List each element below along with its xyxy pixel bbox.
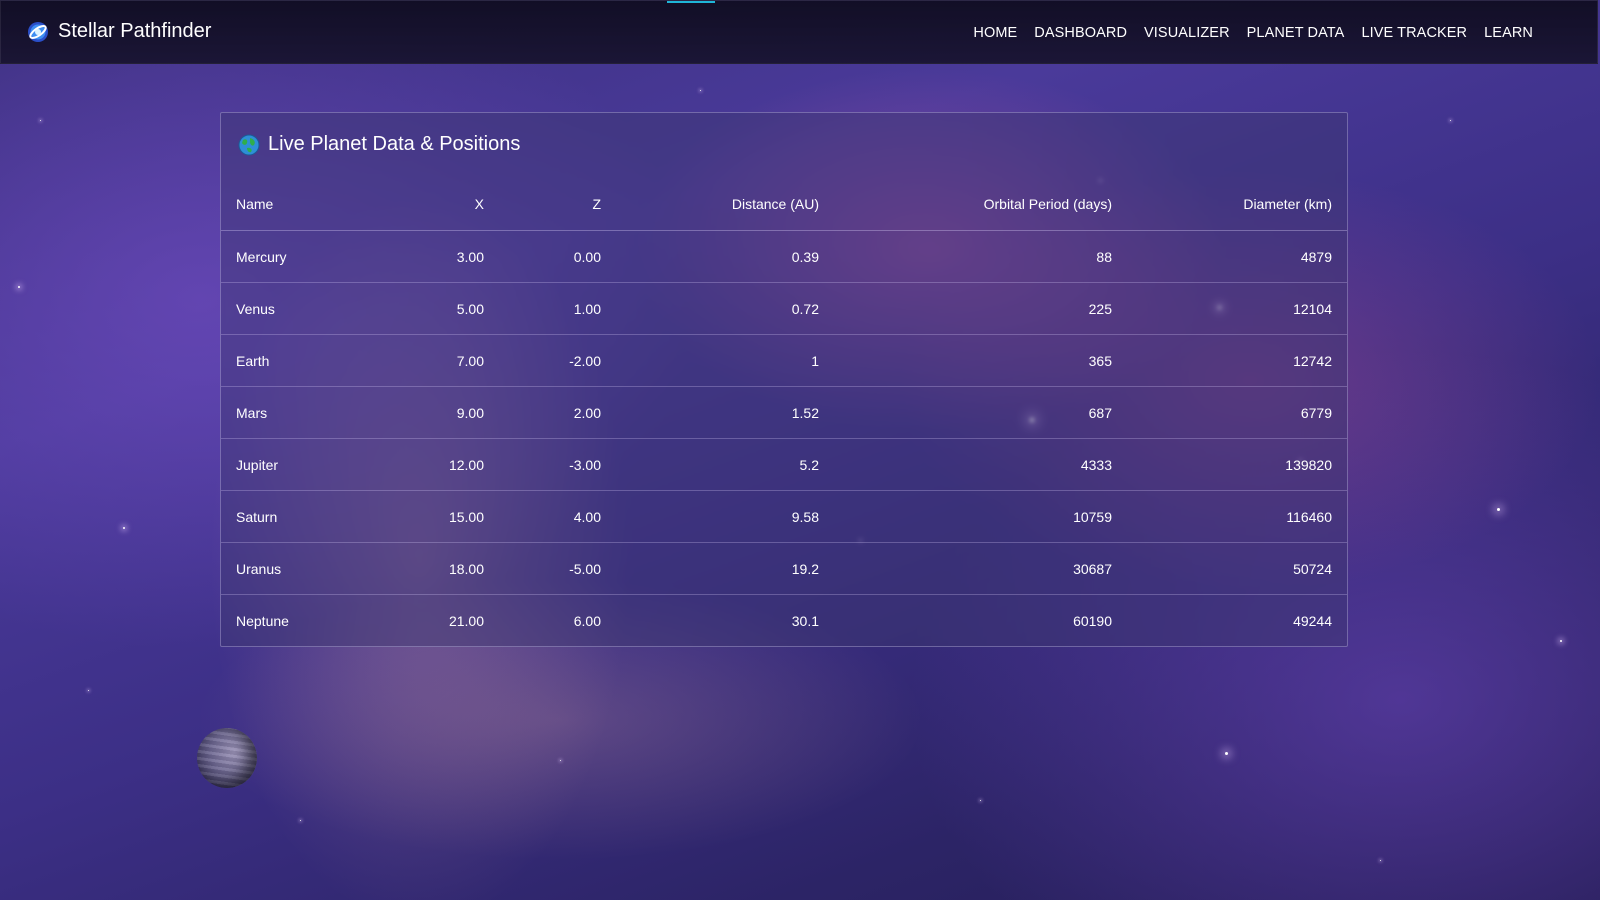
nav-link-visualizer[interactable]: VISUALIZER xyxy=(1144,25,1230,41)
cell-diameter: 12104 xyxy=(1127,282,1347,335)
table-row[interactable]: Jupiter 12.00 -3.00 5.2 4333 139820 xyxy=(221,438,1347,491)
star xyxy=(700,90,701,91)
cell-distance: 30.1 xyxy=(791,612,819,629)
cell-orbital-period: 88 xyxy=(834,230,1127,283)
cell-x: 7.00 xyxy=(369,334,499,387)
cell-name: Mars xyxy=(221,386,369,439)
decorative-planet xyxy=(197,728,257,788)
cell-z: 2.00 xyxy=(499,386,616,439)
cell-name: Mercury xyxy=(221,230,369,283)
cell-z: -5.00 xyxy=(499,542,616,595)
star xyxy=(980,800,981,801)
cell-diameter: 50724 xyxy=(1127,542,1347,595)
table-row[interactable]: Mars 9.00 2.00 1.52 687 6779 xyxy=(221,386,1347,439)
cell-diameter: 6779 xyxy=(1127,386,1347,439)
cell-diameter: 12742 xyxy=(1127,334,1347,387)
cell-orbital-period: 60190 xyxy=(1073,612,1112,629)
table-row[interactable]: Uranus 18.00 -5.00 19.2 30687 50724 xyxy=(221,542,1347,595)
table-row[interactable]: Mercury 3.00 0.00 0.39 88 4879 xyxy=(221,230,1347,283)
cell-distance: 1 xyxy=(616,334,834,387)
star xyxy=(88,690,89,691)
star xyxy=(1497,508,1500,511)
nav-link-planet-data[interactable]: PLANET DATA xyxy=(1247,25,1345,41)
cell-distance: 19.2 xyxy=(616,542,834,595)
column-header-orbital-period[interactable]: Orbital Period (days) xyxy=(834,178,1127,231)
cell-diameter: 49244 xyxy=(1293,612,1332,629)
cell-z: 4.00 xyxy=(499,490,616,543)
cell-distance: 0.39 xyxy=(616,230,834,283)
cell-x: 9.00 xyxy=(369,386,499,439)
nav-accent-bar xyxy=(667,1,715,3)
star xyxy=(1225,752,1228,755)
star xyxy=(1450,120,1451,121)
nav-link-home[interactable]: HOME xyxy=(973,25,1017,41)
cell-orbital-period: 365 xyxy=(834,334,1127,387)
column-header-name[interactable]: Name xyxy=(221,178,369,231)
cell-z: 1.00 xyxy=(499,282,616,335)
star xyxy=(1380,860,1381,861)
table-row[interactable]: Saturn 15.00 4.00 9.58 10759 116460 xyxy=(221,490,1347,543)
cell-orbital-period: 10759 xyxy=(834,490,1127,543)
planet-data-table: Name X Z Distance (AU) Orbital Period (d… xyxy=(221,178,1347,646)
cell-orbital-period: 30687 xyxy=(834,542,1127,595)
globe-icon xyxy=(238,134,260,155)
cell-orbital-period: 687 xyxy=(834,386,1127,439)
star xyxy=(300,820,301,821)
cell-diameter: 116460 xyxy=(1127,490,1347,543)
brand[interactable]: Stellar Pathfinder xyxy=(27,20,211,43)
cell-distance: 0.72 xyxy=(616,282,834,335)
cell-diameter: 4879 xyxy=(1127,230,1347,283)
cell-name: Jupiter xyxy=(221,438,369,491)
cell-orbital-period: 225 xyxy=(834,282,1127,335)
nav-link-learn[interactable]: LEARN xyxy=(1484,25,1533,41)
cell-z: 0.00 xyxy=(499,230,616,283)
table-row[interactable]: Earth 7.00 -2.00 1 365 12742 xyxy=(221,334,1347,387)
cell-z: 6.00 xyxy=(573,612,601,629)
cell-distance: 9.58 xyxy=(616,490,834,543)
column-header-diameter[interactable]: Diameter (km) xyxy=(1127,178,1347,231)
table-header-row: Name X Z Distance (AU) Orbital Period (d… xyxy=(221,178,1347,231)
cell-diameter: 139820 xyxy=(1127,438,1347,491)
cell-x: 3.00 xyxy=(369,230,499,283)
cell-x: 21.00 xyxy=(448,612,484,629)
star xyxy=(1560,640,1562,642)
cell-x: 5.00 xyxy=(369,282,499,335)
cell-name: Neptune xyxy=(236,612,289,629)
nav-link-dashboard[interactable]: DASHBOARD xyxy=(1034,25,1127,41)
table-row[interactable]: Venus 5.00 1.00 0.72 225 12104 xyxy=(221,282,1347,335)
cell-orbital-period: 4333 xyxy=(834,438,1127,491)
nav-links: HOME DASHBOARD VISUALIZER PLANET DATA LI… xyxy=(973,25,1533,41)
column-header-distance[interactable]: Distance (AU) xyxy=(616,178,834,231)
cell-name: Earth xyxy=(221,334,369,387)
column-header-z[interactable]: Z xyxy=(499,178,616,231)
cell-z: -2.00 xyxy=(499,334,616,387)
cell-distance: 1.52 xyxy=(616,386,834,439)
cell-x: 18.00 xyxy=(369,542,499,595)
cell-distance: 5.2 xyxy=(616,438,834,491)
star xyxy=(40,120,41,121)
cell-name: Saturn xyxy=(221,490,369,543)
cell-z: -3.00 xyxy=(499,438,616,491)
top-navbar: Stellar Pathfinder HOME DASHBOARD VISUAL… xyxy=(0,0,1598,64)
nav-link-live-tracker[interactable]: LIVE TRACKER xyxy=(1361,25,1467,41)
star xyxy=(18,286,20,288)
cell-x: 12.00 xyxy=(369,438,499,491)
column-header-x[interactable]: X xyxy=(369,178,499,231)
brand-logo-icon xyxy=(28,21,48,42)
table-row[interactable]: Neptune 21.00 6.00 30.1 60190 49244 xyxy=(221,595,1347,647)
panel-header: Live Planet Data & Positions xyxy=(238,133,520,156)
cell-name: Uranus xyxy=(221,542,369,595)
planet-data-panel: Live Planet Data & Positions Name X Z Di… xyxy=(220,112,1348,647)
cell-x: 15.00 xyxy=(369,490,499,543)
brand-name: Stellar Pathfinder xyxy=(58,20,212,42)
panel-title: Live Planet Data & Positions xyxy=(268,133,521,155)
star xyxy=(123,527,125,529)
star xyxy=(560,760,561,761)
cell-name: Venus xyxy=(221,282,369,335)
